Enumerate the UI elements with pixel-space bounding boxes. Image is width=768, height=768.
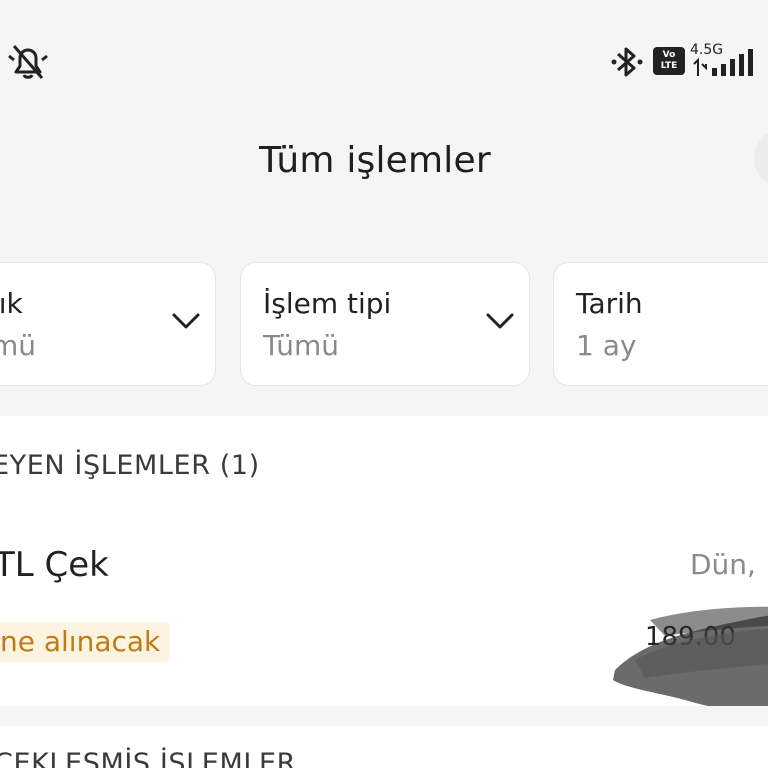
filter-account-label: lık — [0, 287, 23, 320]
chevron-down-icon — [486, 313, 514, 329]
signal-icon — [693, 49, 753, 76]
filter-type-value: Tümü — [263, 329, 340, 362]
screen: Vo LTE 4.5G Tüm işlemler lık mü İşlem ti… — [0, 0, 768, 768]
transaction-date: Dün, — [690, 548, 756, 581]
header-action-button[interactable] — [754, 128, 768, 188]
volte-bottom-label: LTE — [660, 61, 678, 71]
transaction-title[interactable]: TL Çek — [0, 545, 109, 585]
filter-type-label: İşlem tipi — [263, 287, 392, 320]
transaction-amount: 189.00 — [645, 622, 736, 652]
filter-date-value: 1 ay — [576, 329, 637, 362]
filter-account-value: mü — [0, 329, 37, 362]
bluetooth-icon — [611, 47, 643, 77]
page-title: Tüm işlemler — [259, 140, 491, 181]
filter-date[interactable]: Tarih 1 ay — [553, 262, 768, 386]
completed-section-heading: ÇEKLEŞMİŞ İŞLEMLER — [0, 748, 296, 768]
chevron-down-icon — [172, 313, 200, 329]
section-divider — [0, 706, 768, 726]
filter-transaction-type[interactable]: İşlem tipi Tümü — [240, 262, 530, 386]
notifications-off-icon — [8, 45, 48, 79]
volte-icon: Vo LTE — [653, 47, 685, 75]
filter-date-label: Tarih — [576, 287, 643, 320]
volte-top-label: Vo — [662, 50, 676, 60]
status-bar: Vo LTE 4.5G — [0, 0, 768, 110]
transaction-status-badge: ne alınacak — [0, 622, 171, 662]
pending-section-heading: EYEN İŞLEMLER (1) — [0, 450, 260, 481]
filter-account[interactable]: lık mü — [0, 262, 216, 386]
